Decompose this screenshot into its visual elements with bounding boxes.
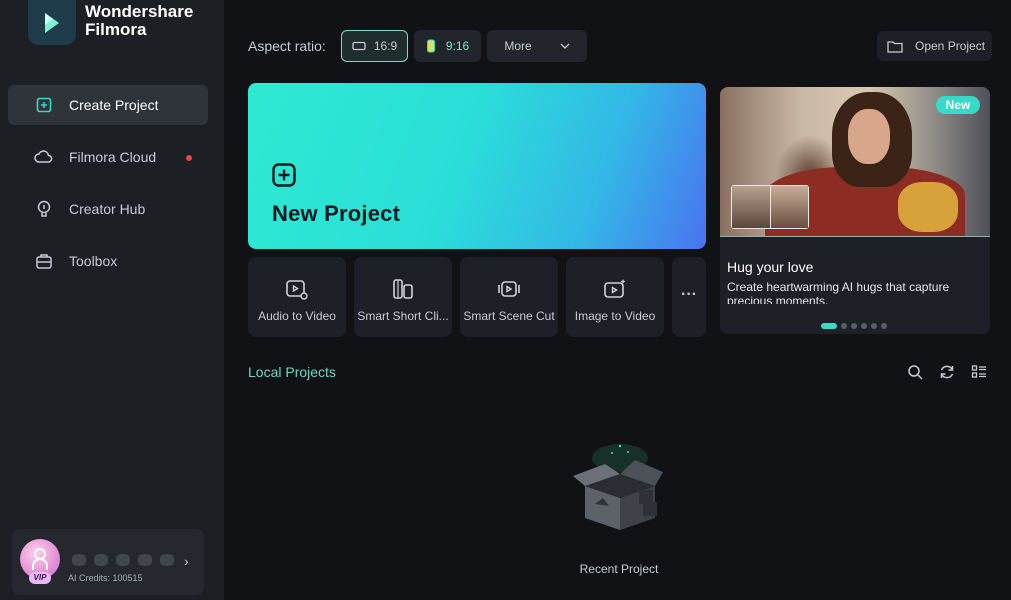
promo-description: Create heartwarming AI hugs that capture…: [727, 280, 950, 304]
open-project-label: Open Project: [915, 39, 986, 53]
sidebar-item-creator-hub[interactable]: Creator Hub: [8, 189, 208, 229]
more-label: More: [504, 39, 532, 53]
folder-icon: [887, 40, 903, 53]
plus-square-icon: [272, 163, 296, 192]
sidebar-item-label: Creator Hub: [69, 201, 146, 217]
aspect-ratio-label: Aspect ratio:: [248, 38, 326, 54]
promo-title: Hug your love: [727, 259, 814, 275]
toolbox-icon: [34, 251, 54, 271]
vip-badge: VIP: [29, 572, 51, 584]
tool-audio-to-video[interactable]: Audio to Video: [248, 257, 346, 337]
portrait-icon: [426, 39, 435, 53]
list-view-icon[interactable]: [970, 363, 988, 381]
ai-credits: AI Credits: 100515: [68, 573, 143, 583]
bulb-icon: [34, 199, 54, 219]
brand: Wondershare Filmora: [28, 0, 193, 45]
pager-dot[interactable]: [851, 323, 857, 329]
sidebar-item-label: Create Project: [69, 97, 159, 113]
sidebar-item-label: Toolbox: [69, 253, 118, 269]
chevron-right-icon[interactable]: ›: [184, 553, 189, 569]
tool-smart-short-clip[interactable]: Smart Short Cli...: [354, 257, 452, 337]
ratio-16-9-button[interactable]: 16:9: [341, 30, 408, 62]
ratio-16-9-label: 16:9: [373, 39, 398, 53]
brand-name: Wondershare Filmora: [85, 1, 194, 39]
pager-dot[interactable]: [861, 323, 867, 329]
sidebar-item-filmora-cloud[interactable]: Filmora Cloud: [8, 137, 208, 177]
pager-dot[interactable]: [871, 323, 877, 329]
empty-box-illustration: [565, 438, 675, 538]
chevron-down-icon: [560, 43, 570, 49]
tool-label: Smart Scene Cut: [463, 309, 555, 323]
sidebar-item-create-project[interactable]: Create Project: [8, 85, 208, 125]
sidebar-item-label: Filmora Cloud: [69, 149, 157, 165]
tool-image-to-video[interactable]: Image to Video: [566, 257, 664, 337]
brand-line-2: Filmora: [85, 19, 147, 39]
ratio-9-16-label: 9:16: [445, 39, 470, 53]
open-project-button[interactable]: Open Project: [877, 31, 992, 61]
new-project-label: New Project: [272, 201, 401, 226]
audio-video-icon: [286, 280, 308, 300]
more-ratio-dropdown[interactable]: More: [487, 30, 587, 62]
pager-dot[interactable]: [841, 323, 847, 329]
tool-label: Audio to Video: [258, 309, 336, 323]
cloud-icon: [34, 147, 54, 167]
recent-project-label: Recent Project: [579, 562, 659, 576]
sidebar: Wondershare Filmora Create Project Filmo…: [0, 0, 224, 600]
brand-line-1: Wondershare: [85, 1, 194, 21]
local-projects-title: Local Projects: [248, 364, 336, 380]
pager-dot[interactable]: [881, 323, 887, 329]
landscape-icon: [352, 41, 366, 51]
sidebar-item-toolbox[interactable]: Toolbox: [8, 241, 208, 281]
ratio-9-16-button[interactable]: 9:16: [414, 30, 481, 62]
promo-pager[interactable]: [821, 323, 887, 329]
tool-smart-scene-cut[interactable]: Smart Scene Cut: [460, 257, 558, 337]
new-project-card[interactable]: New Project: [248, 83, 706, 249]
account-panel[interactable]: VIP AI Credits: 100515 ›: [12, 529, 204, 595]
promo-card[interactable]: New Hug your love Create heartwarming AI…: [720, 87, 990, 334]
filmora-logo-icon: [28, 0, 76, 45]
sidebar-nav: Create Project Filmora Cloud Creator Hub…: [8, 85, 208, 293]
pager-dot[interactable]: [821, 323, 837, 329]
new-badge: New: [936, 96, 980, 114]
search-icon[interactable]: [906, 363, 924, 381]
tool-label: Image to Video: [574, 309, 656, 323]
plus-square-icon: [34, 95, 54, 115]
image-video-icon: [604, 279, 626, 298]
smart-short-clip-icon: [393, 279, 413, 299]
tool-label: Smart Short Cli...: [357, 309, 449, 323]
redacted-username: [72, 554, 174, 566]
more-tools-button[interactable]: ···: [672, 257, 706, 337]
scene-cut-icon: [498, 281, 520, 297]
promo-thumbnails: [731, 185, 809, 229]
refresh-icon[interactable]: [938, 363, 956, 381]
notification-dot: [186, 155, 192, 161]
